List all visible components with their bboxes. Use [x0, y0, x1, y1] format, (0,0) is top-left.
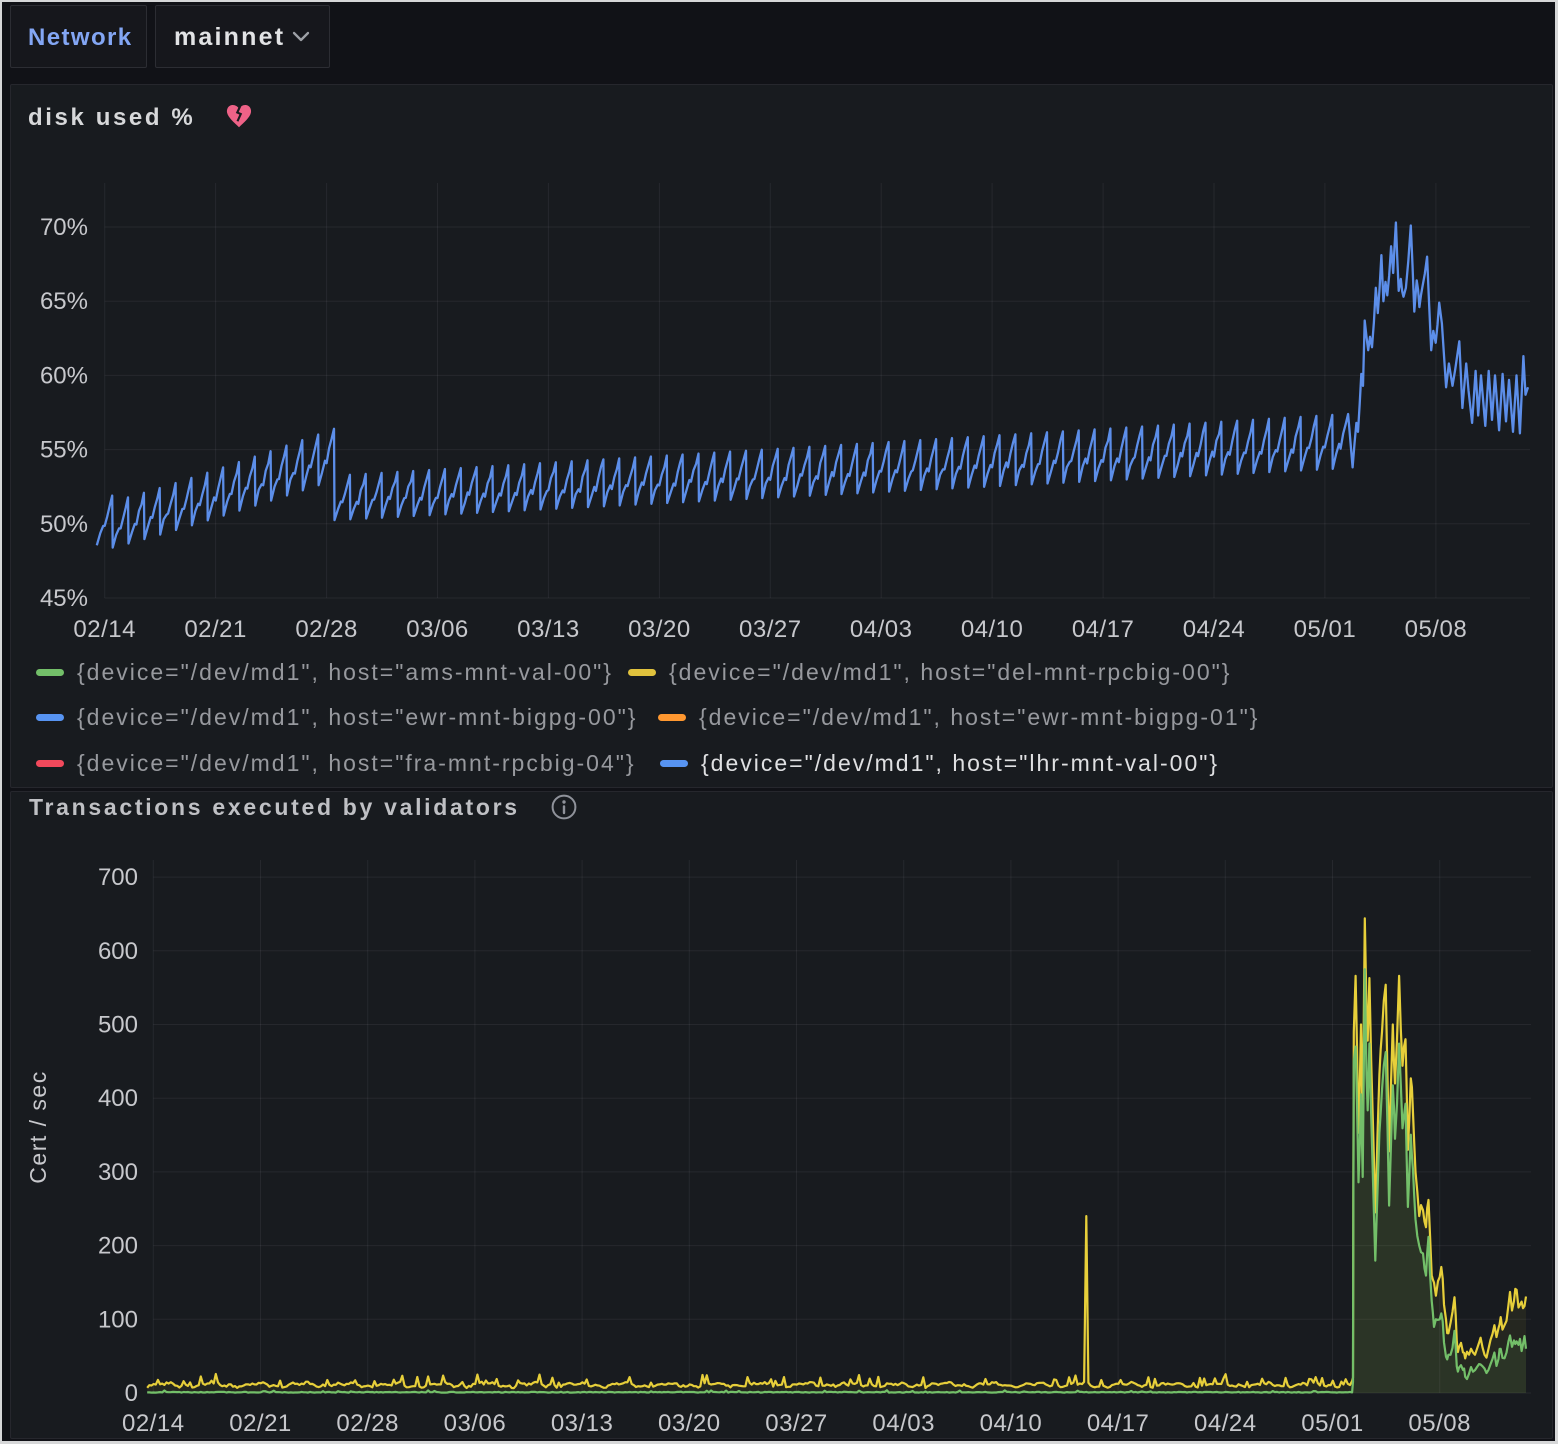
- svg-text:04/10: 04/10: [980, 1410, 1043, 1437]
- svg-text:700: 700: [98, 864, 138, 891]
- svg-text:04/10: 04/10: [961, 616, 1024, 643]
- svg-text:55%: 55%: [40, 437, 88, 464]
- svg-text:03/06: 03/06: [444, 1410, 507, 1437]
- svg-text:05/08: 05/08: [1405, 616, 1468, 643]
- svg-text:03/20: 03/20: [658, 1410, 721, 1437]
- svg-text:50%: 50%: [40, 511, 88, 538]
- svg-text:02/28: 02/28: [295, 616, 358, 643]
- svg-text:400: 400: [98, 1085, 138, 1112]
- svg-text:45%: 45%: [40, 585, 88, 612]
- svg-text:03/13: 03/13: [551, 1410, 614, 1437]
- svg-text:500: 500: [98, 1012, 138, 1039]
- svg-text:03/27: 03/27: [739, 616, 802, 643]
- svg-text:70%: 70%: [40, 214, 88, 241]
- svg-text:04/17: 04/17: [1087, 1410, 1150, 1437]
- svg-text:03/27: 03/27: [765, 1410, 828, 1437]
- svg-text:04/24: 04/24: [1183, 616, 1246, 643]
- svg-text:03/06: 03/06: [406, 616, 469, 643]
- svg-text:600: 600: [98, 938, 138, 965]
- svg-text:04/17: 04/17: [1072, 616, 1135, 643]
- svg-text:02/21: 02/21: [229, 1410, 292, 1437]
- svg-text:65%: 65%: [40, 288, 88, 315]
- svg-text:05/08: 05/08: [1408, 1410, 1471, 1437]
- svg-text:04/03: 04/03: [872, 1410, 935, 1437]
- svg-text:02/14: 02/14: [73, 616, 136, 643]
- svg-text:02/14: 02/14: [122, 1410, 185, 1437]
- svg-text:04/24: 04/24: [1194, 1410, 1257, 1437]
- svg-text:05/01: 05/01: [1301, 1410, 1364, 1437]
- svg-text:100: 100: [98, 1306, 138, 1333]
- svg-text:03/20: 03/20: [628, 616, 691, 643]
- svg-text:0: 0: [125, 1380, 138, 1407]
- svg-text:05/01: 05/01: [1294, 616, 1357, 643]
- svg-text:04/03: 04/03: [850, 616, 913, 643]
- svg-text:02/21: 02/21: [184, 616, 247, 643]
- svg-text:Cert / sec: Cert / sec: [25, 1070, 51, 1183]
- svg-text:03/13: 03/13: [517, 616, 580, 643]
- svg-text:300: 300: [98, 1159, 138, 1186]
- svg-text:02/28: 02/28: [336, 1410, 399, 1437]
- svg-text:60%: 60%: [40, 362, 88, 389]
- svg-text:200: 200: [98, 1233, 138, 1260]
